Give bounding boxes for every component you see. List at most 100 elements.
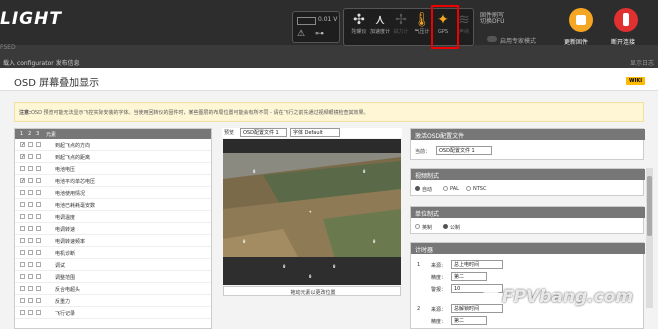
scrollbar[interactable] <box>646 168 653 308</box>
units-panel: 单位制式 英制 公制 <box>410 206 645 234</box>
element-row: 电池已耗耗毫安数 <box>15 200 211 211</box>
profile-1-checkbox[interactable] <box>20 250 25 255</box>
profile-2-checkbox[interactable] <box>28 298 33 303</box>
element-row: ✓ 到起飞点的距离 <box>15 152 211 163</box>
element-label: 调试 <box>55 263 66 269</box>
update-firmware-label: 更新固件 <box>564 39 589 46</box>
active-profile-select[interactable]: OSD配置文件 1 <box>436 146 492 155</box>
profile-1-checkbox[interactable] <box>20 166 25 171</box>
profile-1-checkbox[interactable]: ✓ <box>20 142 25 148</box>
battery-voltage: 0.01 V <box>318 16 338 23</box>
profile-2-checkbox[interactable] <box>28 214 33 219</box>
element-row: ✓ 电池平均单芯电压 <box>15 176 211 187</box>
profile-1-checkbox[interactable] <box>20 298 25 303</box>
element-label: 飞行记录 <box>55 311 76 317</box>
element-row: 电调转速 <box>15 224 211 235</box>
profile-2-checkbox[interactable] <box>28 202 33 207</box>
profile-3-checkbox[interactable] <box>36 310 41 315</box>
note-text: OSD 预览可能无法显示飞控实际安装的字体。当使用回转仪的固件时，某些图层的布局… <box>31 110 369 116</box>
osd-element[interactable]: 0 <box>333 264 335 269</box>
profile-2-checkbox[interactable] <box>28 178 33 183</box>
disconnect-button[interactable] <box>614 8 638 32</box>
profile-1-checkbox[interactable]: ✓ <box>20 154 25 160</box>
profile-3-checkbox[interactable] <box>36 214 41 219</box>
profile-1-checkbox[interactable]: ✓ <box>20 178 25 184</box>
toggle-switch[interactable] <box>487 36 497 42</box>
osd-element[interactable]: 0 <box>373 239 375 244</box>
profile-3-checkbox[interactable] <box>36 250 41 255</box>
scrollbar-thumb[interactable] <box>647 176 652 236</box>
profile-1-checkbox[interactable] <box>20 262 25 267</box>
profile-3-checkbox[interactable] <box>36 226 41 231</box>
profile-3-checkbox[interactable] <box>36 166 41 171</box>
osd-element[interactable]: 0 <box>309 274 311 279</box>
osd-preview-video[interactable]: + 0 0 0 0 0 0 0 <box>223 139 401 285</box>
note-box: 注意:OSD 预览可能无法显示飞控实际安装的字体。当使用回转仪的固件时，某些图层… <box>14 102 644 122</box>
profile-2-checkbox[interactable] <box>28 154 33 159</box>
profile-1-checkbox[interactable] <box>20 202 25 207</box>
profile-1-checkbox[interactable] <box>20 274 25 279</box>
profile-1-checkbox[interactable] <box>20 310 25 315</box>
element-label: 到起飞点的方向 <box>55 143 91 149</box>
profile-2-checkbox[interactable] <box>28 250 33 255</box>
radio-ntsc[interactable] <box>466 186 471 191</box>
gyro-icon: ✣ <box>353 12 365 28</box>
profile-2-checkbox[interactable] <box>28 226 33 231</box>
osd-element[interactable]: 0 <box>253 169 255 174</box>
elements-panel: 1 2 3 元素 ✓ 到起飞点的方向 ✓ 到起飞点的距离 电池电压 ✓ 电池平均单芯电压 电池… <box>14 128 212 329</box>
top-header: LIGHT 0.01 V ⚠ ⊶ ✣ 陀螺仪 ⋏ 加速度计 ✢ 磁力计 🌡 气压计 ✦ G… <box>0 0 658 49</box>
profile-2-checkbox[interactable] <box>28 166 33 171</box>
radio-imperial[interactable] <box>415 224 420 229</box>
font-select[interactable]: 字体 Default <box>290 128 340 137</box>
element-label: 电池使用情况 <box>55 191 86 197</box>
profile-3-checkbox[interactable] <box>36 286 41 291</box>
wiki-button[interactable]: WIKI <box>626 77 646 85</box>
element-row: 电池电压 <box>15 164 211 175</box>
radio-pal[interactable] <box>443 186 448 191</box>
profile-3-checkbox[interactable] <box>36 142 41 147</box>
profile-3-checkbox[interactable] <box>36 154 41 159</box>
element-label: 电池已耗耗毫安数 <box>55 203 96 209</box>
profile-3-checkbox[interactable] <box>36 178 41 183</box>
profile-3-checkbox[interactable] <box>36 274 41 279</box>
radio-metric[interactable] <box>443 224 448 229</box>
sensor-magnetometer: ✢ 磁力计 <box>391 11 411 45</box>
profile-2-checkbox[interactable] <box>28 190 33 195</box>
profile-1-checkbox[interactable] <box>20 226 25 231</box>
show-log-link[interactable]: 显示日志 <box>630 58 654 67</box>
radio-auto[interactable] <box>415 186 420 191</box>
profile-1-checkbox[interactable] <box>20 286 25 291</box>
expert-mode-toggle[interactable]: 启用专家模式 <box>487 36 536 45</box>
element-label: 反合电超头 <box>55 287 81 293</box>
osd-crosshair[interactable]: + <box>309 209 311 214</box>
osd-profile-select[interactable]: OSD配置文件 1 <box>240 128 287 137</box>
profile-2-checkbox[interactable] <box>28 238 33 243</box>
profile-3-checkbox[interactable] <box>36 202 41 207</box>
profile-3-checkbox[interactable] <box>36 190 41 195</box>
osd-element[interactable]: 0 <box>283 264 285 269</box>
profile-2-checkbox[interactable] <box>28 274 33 279</box>
profile-1-checkbox[interactable] <box>20 238 25 243</box>
profile-3-checkbox[interactable] <box>36 238 41 243</box>
profile-3-checkbox[interactable] <box>36 262 41 267</box>
battery-icon <box>297 17 316 25</box>
profile-1-checkbox[interactable] <box>20 190 25 195</box>
update-firmware-button[interactable] <box>569 8 593 32</box>
timer2-precision-select[interactable]: 第二 <box>451 316 487 325</box>
sensor-accelerometer: ⋏ 加速度计 <box>370 12 391 35</box>
profile-1-checkbox[interactable] <box>20 214 25 219</box>
barometer-icon: 🌡 <box>413 12 431 28</box>
profile-2-checkbox[interactable] <box>28 286 33 291</box>
timer1-source-select[interactable]: 总上电时间 <box>451 260 503 269</box>
element-row: 电机诊断 <box>15 248 211 259</box>
log-text: 载入 configurator 发布信息 <box>3 60 80 67</box>
profile-3-checkbox[interactable] <box>36 298 41 303</box>
link-icon: ⊶ <box>315 29 324 39</box>
element-row: 反合电超头 <box>15 284 211 295</box>
osd-element[interactable]: 0 <box>243 239 245 244</box>
osd-element[interactable]: 0 <box>363 169 365 174</box>
profile-2-checkbox[interactable] <box>28 142 33 147</box>
profile-2-checkbox[interactable] <box>28 310 33 315</box>
timer1-precision-select[interactable]: 第二 <box>451 272 487 281</box>
profile-2-checkbox[interactable] <box>28 262 33 267</box>
